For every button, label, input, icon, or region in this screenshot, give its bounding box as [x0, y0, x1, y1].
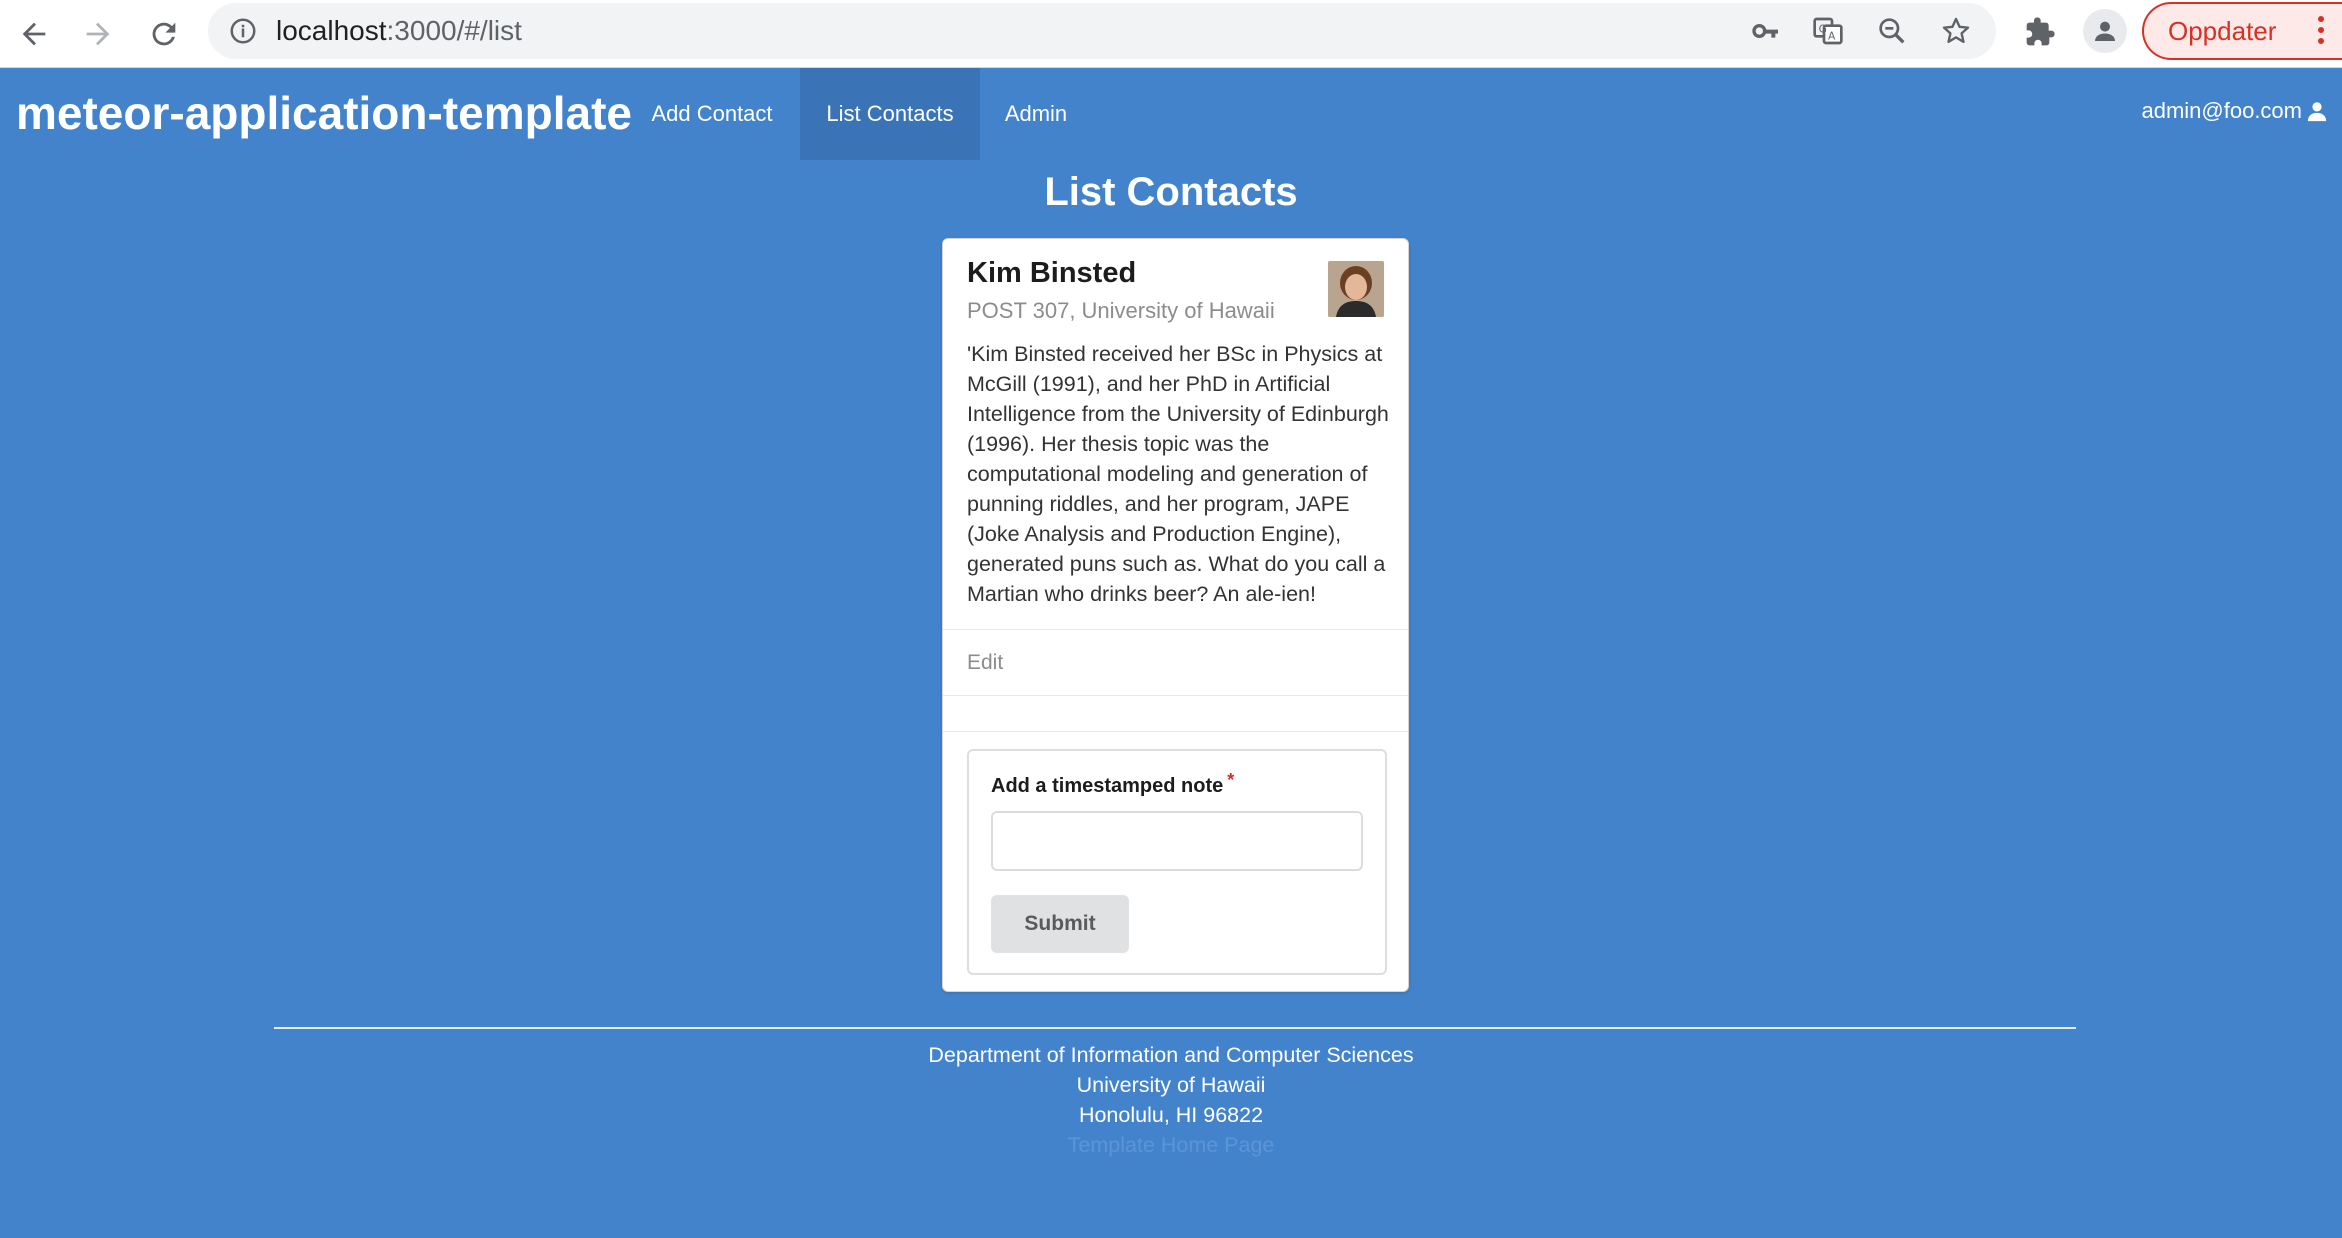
- forward-button[interactable]: [74, 10, 122, 58]
- note-input[interactable]: [991, 811, 1363, 871]
- extensions-icon[interactable]: [2020, 12, 2060, 52]
- arrow-left-icon: [22, 22, 46, 46]
- add-note-form: Add a timestamped note * Submit: [967, 749, 1387, 975]
- info-icon[interactable]: [228, 16, 258, 46]
- contact-name: Kim Binsted: [967, 257, 1137, 289]
- reload-icon: [152, 22, 176, 46]
- url-text[interactable]: localhost:3000/#/list: [276, 15, 522, 47]
- reload-button[interactable]: [140, 10, 188, 58]
- svg-text:G: G: [1819, 22, 1827, 35]
- arrow-right-icon: [86, 22, 110, 46]
- translate-icon[interactable]: GA: [1812, 15, 1844, 47]
- card-divider: [943, 731, 1408, 732]
- contact-description: 'Kim Binsted received her BSc in Physics…: [967, 342, 1389, 606]
- url-host: localhost: [276, 15, 387, 46]
- contact-card: Kim Binsted POST 307, University of Hawa…: [942, 238, 1409, 992]
- page-title: List Contacts: [1044, 170, 1298, 214]
- nav-list-contacts[interactable]: List Contacts: [800, 68, 980, 160]
- note-field-label: Add a timestamped note *: [991, 770, 1234, 798]
- profile-avatar-button[interactable]: [2083, 9, 2127, 53]
- nav-add-contact[interactable]: Add Contact: [636, 68, 788, 160]
- footer-address: Honolulu, HI 96822: [1078, 1103, 1264, 1127]
- back-button[interactable]: [10, 10, 58, 58]
- footer-department: Department of Information and Computer S…: [928, 1043, 1414, 1067]
- update-button[interactable]: Oppdater: [2142, 2, 2342, 60]
- contact-address: POST 307, University of Hawaii: [967, 298, 1275, 323]
- url-path: :3000/#/list: [386, 15, 522, 46]
- user-menu[interactable]: admin@foo.com: [2141, 98, 2328, 124]
- required-marker: *: [1227, 770, 1235, 790]
- footer-divider: [274, 1027, 2076, 1029]
- address-bar[interactable]: localhost:3000/#/list GA: [208, 3, 1996, 59]
- zoom-out-icon[interactable]: [1876, 15, 1908, 47]
- svg-text:A: A: [1828, 30, 1836, 43]
- key-icon[interactable]: [1750, 15, 1782, 47]
- footer-home-link[interactable]: Template Home Page: [0, 1130, 2342, 1160]
- more-vert-icon[interactable]: [2318, 16, 2324, 48]
- footer: Department of Information and Computer S…: [0, 1040, 2342, 1160]
- submit-button[interactable]: Submit: [991, 895, 1129, 953]
- edit-link[interactable]: Edit: [967, 651, 1003, 675]
- footer-university: University of Hawaii: [1076, 1073, 1266, 1097]
- card-divider: [943, 695, 1408, 696]
- update-label: Oppdater: [2168, 15, 2277, 46]
- app-navbar: meteor-application-template Add Contact …: [0, 68, 2342, 160]
- card-divider: [943, 629, 1408, 630]
- contact-avatar: [1328, 261, 1384, 317]
- browser-toolbar: localhost:3000/#/list GA Oppdater: [0, 0, 2342, 68]
- bookmark-star-icon[interactable]: [1940, 15, 1972, 47]
- user-icon: [2307, 102, 2327, 122]
- person-icon: [2095, 21, 2115, 41]
- nav-admin[interactable]: Admin: [990, 68, 1082, 160]
- note-label-text: Add a timestamped note: [991, 775, 1224, 797]
- brand-title[interactable]: meteor-application-template: [16, 86, 632, 140]
- user-email: admin@foo.com: [2141, 98, 2302, 123]
